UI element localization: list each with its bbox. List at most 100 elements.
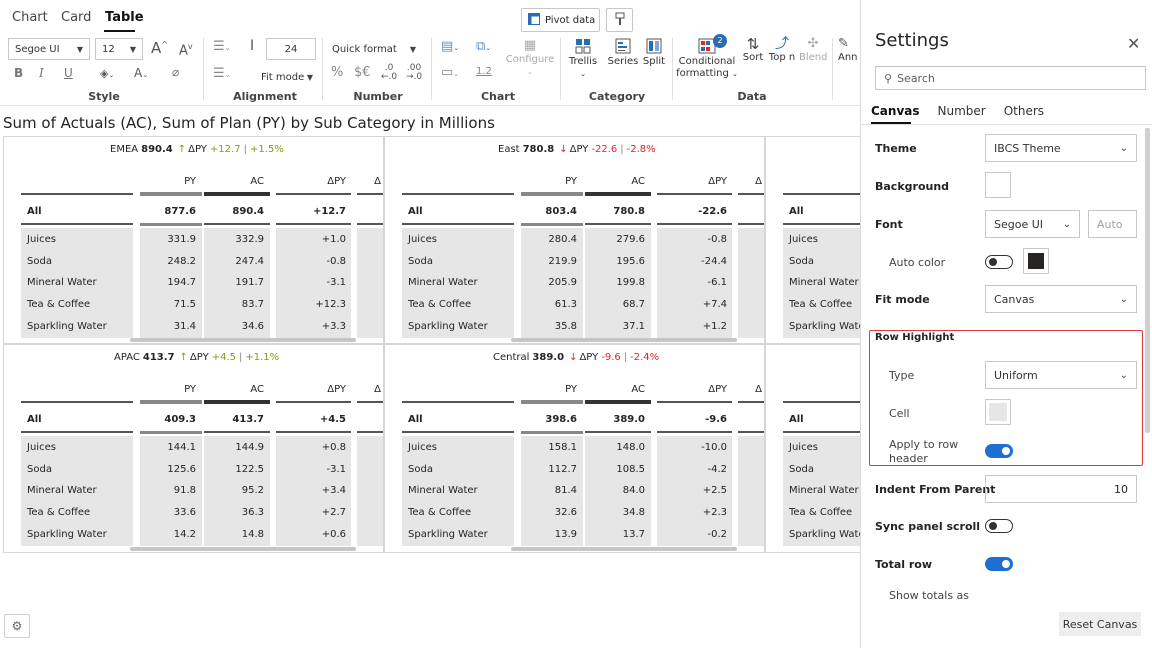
cell-color-swatch[interactable] [985, 399, 1011, 425]
currency-icon[interactable]: $€ [354, 65, 371, 80]
horizontal-scrollbar[interactable] [511, 547, 737, 551]
horizontal-scrollbar[interactable] [511, 338, 737, 342]
sort-label: Sort [742, 52, 764, 63]
align-left-icon[interactable]: ☰⌄ [213, 39, 231, 54]
decrease-font-icon[interactable]: Av [179, 42, 193, 58]
percent-icon[interactable]: % [331, 65, 343, 80]
settings-search-input[interactable]: ⚲ Search [875, 66, 1146, 90]
blend-button[interactable]: ✣ Blend [799, 37, 828, 64]
py-header-bar [521, 192, 583, 196]
reset-canvas-button[interactable]: Reset Canvas [1059, 612, 1141, 636]
indent-from-parent-input[interactable]: 10 [985, 475, 1137, 503]
wrap-text-icon[interactable]: ☰⌄ [213, 66, 231, 81]
close-icon[interactable]: ✕ [1127, 34, 1140, 53]
series-button[interactable]: Series [606, 38, 640, 68]
format-painter-button[interactable] [606, 8, 633, 32]
header-ac: AC [631, 384, 645, 395]
all-row-py: 803.4 [545, 206, 577, 217]
bar-layout-icon[interactable]: ▤⌄ [441, 39, 459, 54]
auto-color-toggle[interactable] [985, 255, 1013, 269]
fit-mode-select[interactable]: Canvas ⌄ [985, 285, 1137, 313]
cell-ac: 36.3 [241, 507, 264, 519]
tab-chart[interactable]: Chart [12, 10, 48, 25]
font-select[interactable]: Segoe UI ⌄ [985, 210, 1080, 238]
dpy-pct-column [738, 228, 764, 338]
all-row-rule [783, 223, 860, 225]
font-size-select[interactable]: 12 ▼ [95, 38, 143, 60]
annotate-button[interactable]: ✎ Ann [838, 38, 860, 64]
header-py: PY [184, 176, 196, 187]
settings-scrollbar[interactable] [1145, 128, 1150, 433]
horizontal-scrollbar[interactable] [130, 338, 356, 342]
theme-select[interactable]: IBCS Theme ⌄ [985, 134, 1137, 162]
table-layout-icon[interactable]: ▭⌄ [441, 65, 459, 80]
all-row-rule [402, 431, 514, 433]
trellis-panel: Central 389.0 ↓ ΔPY -9.6 | -2.4% PY AC ΔPY Δ All 398… [384, 344, 765, 553]
bold-icon[interactable]: B [14, 66, 23, 80]
trellis-button[interactable]: Trellis ⌄ [565, 38, 601, 80]
increase-font-icon[interactable]: A^ [151, 39, 168, 57]
delta-absolute: +12.7 [209, 144, 241, 155]
vertical-align-icon[interactable]: Ⅰ [250, 38, 254, 54]
indent-input[interactable]: 24 [266, 38, 316, 60]
fill-color-icon[interactable]: ◈⌄ [100, 67, 114, 80]
row-label: Soda [408, 255, 433, 267]
cell-py: 61.3 [554, 299, 577, 311]
font-color-icon[interactable]: A⌄ [134, 66, 148, 80]
sort-button[interactable]: ⇅ Sort [740, 37, 766, 64]
horizontal-scrollbar[interactable] [130, 547, 356, 551]
font-color-swatch[interactable] [1023, 248, 1049, 274]
all-row-ac: 780.8 [613, 206, 645, 217]
conditional-formatting-button[interactable]: 2 Conditional formatting ⌄ [676, 34, 738, 80]
row-label: Juices [27, 442, 56, 453]
font-size-placeholder: Auto [1097, 217, 1123, 231]
all-row-ac: 890.4 [232, 206, 264, 217]
top-n-button[interactable]: ⤴ Top n [767, 37, 797, 64]
font-label: Font [875, 218, 903, 231]
decrease-decimal-icon[interactable]: .0 ←.0 [381, 64, 397, 82]
header-ac: AC [631, 176, 645, 187]
tab-table[interactable]: Table [105, 10, 144, 25]
tab-canvas[interactable]: Canvas [871, 104, 920, 118]
split-button[interactable]: Split [640, 38, 668, 68]
highlight-type-select[interactable]: Uniform ⌄ [985, 361, 1137, 389]
all-row-py: 409.3 [164, 414, 196, 425]
group-label-category: Category [588, 90, 646, 103]
background-color-swatch[interactable] [985, 172, 1011, 198]
hierarchy-icon[interactable]: ⧉⌄ [476, 39, 491, 54]
row-label: Sparkling Water [408, 320, 488, 332]
font-family-select[interactable]: Segoe UI ▼ [8, 38, 90, 60]
hide-icon[interactable]: ⌀ [172, 65, 179, 79]
row-label: Sparkling Water [408, 528, 488, 540]
collapse-toolbar-button[interactable]: ⚙ [4, 614, 30, 638]
increase-decimal-icon[interactable]: .00 →.0 [406, 64, 422, 82]
all-row-label: All [789, 414, 804, 425]
all-row-py: 398.6 [545, 414, 577, 425]
blend-label: Blend [799, 52, 828, 63]
sync-panel-scroll-toggle[interactable] [985, 519, 1013, 533]
panel-title: EMEA 890.4 ↑ ΔPY +12.7 | +1.5% [110, 144, 383, 155]
tab-others[interactable]: Others [1004, 104, 1044, 118]
number-ticks-icon[interactable]: 1.2 [476, 66, 492, 77]
group-label-chart: Chart [480, 90, 515, 103]
all-row-label: All [27, 206, 42, 217]
quick-format-select[interactable]: Quick format ▼ [326, 38, 422, 60]
delta-absolute: -22.6 [591, 144, 618, 155]
divider [322, 38, 323, 100]
header-rule [657, 193, 732, 195]
underline-icon[interactable]: U [64, 66, 73, 80]
tab-card[interactable]: Card [61, 10, 91, 25]
all-row-rule [585, 223, 651, 225]
trellis-panel-partial: All Juices Soda Mineral Water Tea & Coffee Sp… [765, 344, 860, 553]
font-size-input[interactable]: Auto [1088, 210, 1137, 238]
fit-mode-select[interactable]: Fit mode ▼ [255, 66, 319, 88]
row-label: Sparkling Wate [789, 528, 860, 540]
trellis-label: Trellis [568, 56, 598, 67]
italic-icon[interactable]: I [39, 66, 44, 80]
tab-number[interactable]: Number [938, 104, 986, 118]
apply-row-header-toggle[interactable] [985, 444, 1013, 458]
total-row-toggle[interactable] [985, 557, 1013, 571]
pivot-data-button[interactable]: Pivot data [521, 8, 600, 32]
configure-button[interactable]: ▦ Configure ⌄ [505, 39, 555, 78]
type-label: Type [889, 369, 915, 382]
